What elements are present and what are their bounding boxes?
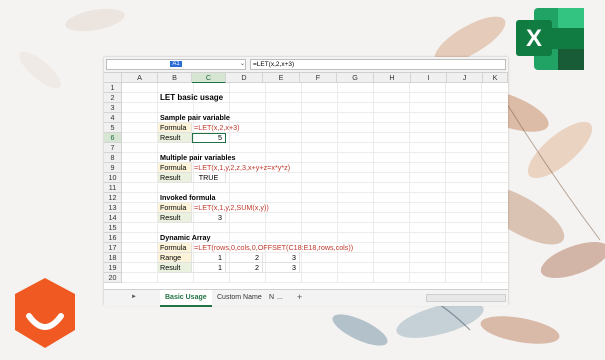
row-header[interactable]: 14: [104, 213, 122, 223]
row-header[interactable]: 19: [104, 263, 122, 273]
section-heading[interactable]: Sample pair variable: [158, 113, 258, 123]
name-box[interactable]: A1: [106, 59, 246, 70]
row-header[interactable]: 2: [104, 93, 122, 103]
row-header[interactable]: 16: [104, 233, 122, 243]
section-heading[interactable]: Invoked formula: [158, 193, 258, 203]
result-value-cell[interactable]: 3: [263, 263, 300, 273]
column-header[interactable]: H: [374, 73, 411, 83]
range-value-cell[interactable]: 1: [192, 253, 226, 263]
svg-text:X: X: [526, 25, 542, 52]
column-header[interactable]: G: [337, 73, 374, 83]
result-value-cell[interactable]: 3: [192, 213, 226, 223]
row-header[interactable]: 3: [104, 103, 122, 113]
result-label-cell[interactable]: Result: [158, 263, 192, 273]
row-header[interactable]: 9: [104, 163, 122, 173]
row-header[interactable]: 18: [104, 253, 122, 263]
sheet-tab-bar: ► Basic Usage Custom Name N ... +: [104, 289, 508, 307]
sheet-title[interactable]: LET basic usage: [158, 93, 258, 103]
tab-basic-usage[interactable]: Basic Usage: [160, 290, 212, 307]
result-label-cell[interactable]: Result: [158, 133, 192, 143]
range-value-cell[interactable]: 3: [263, 253, 300, 263]
column-header[interactable]: J: [447, 73, 483, 83]
range-value-cell[interactable]: 2: [226, 253, 263, 263]
formula-input[interactable]: =LET(x,2,x+3): [250, 59, 506, 70]
result-label-cell[interactable]: Result: [158, 213, 192, 223]
result-label-cell[interactable]: Result: [158, 173, 192, 183]
row-header[interactable]: 10: [104, 173, 122, 183]
row-header[interactable]: 7: [104, 143, 122, 153]
section-heading[interactable]: Multiple pair variables: [158, 153, 278, 163]
row-header[interactable]: 12: [104, 193, 122, 203]
column-header[interactable]: K: [483, 73, 508, 83]
row-header[interactable]: 11: [104, 183, 122, 193]
formula-label-cell[interactable]: Formula: [158, 203, 192, 213]
formula-text-cell[interactable]: =LET(x,2,x+3): [192, 123, 292, 133]
row-header[interactable]: 4: [104, 113, 122, 123]
select-all-corner[interactable]: [104, 73, 122, 83]
column-header[interactable]: I: [411, 73, 447, 83]
result-value-cell[interactable]: TRUE: [192, 173, 226, 183]
formula-text-cell[interactable]: =LET(rows,0,cols,0,OFFSET(C18:E18,rows,c…: [192, 243, 392, 253]
spreadsheet-window: A1 ⌄ =LET(x,2,x+3) A B C D E F G H I J K…: [104, 57, 508, 307]
row-header[interactable]: 17: [104, 243, 122, 253]
add-sheet-button[interactable]: +: [292, 290, 307, 305]
next-sheet-icon[interactable]: ►: [126, 290, 142, 305]
result-value-cell[interactable]: 2: [226, 263, 263, 273]
row-header[interactable]: 5: [104, 123, 122, 133]
brand-badge-icon: [15, 278, 75, 348]
row-header[interactable]: 6: [104, 133, 122, 143]
formula-label-cell[interactable]: Formula: [158, 243, 192, 253]
excel-logo-icon: X: [516, 8, 584, 70]
range-label-cell[interactable]: Range: [158, 253, 192, 263]
column-header[interactable]: E: [263, 73, 300, 83]
formula-label-cell[interactable]: Formula: [158, 123, 192, 133]
column-header[interactable]: C: [192, 73, 226, 83]
horizontal-scrollbar[interactable]: [426, 294, 506, 302]
result-value-cell[interactable]: 1: [192, 263, 226, 273]
formula-text-cell[interactable]: =LET(x,1,y,2,SUM(x,y)): [192, 203, 322, 213]
column-header-row: A B C D E F G H I J K: [104, 73, 508, 83]
column-header[interactable]: B: [158, 73, 192, 83]
column-header[interactable]: F: [300, 73, 337, 83]
tab-custom-name[interactable]: Custom Name: [212, 290, 267, 305]
formula-label-cell[interactable]: Formula: [158, 163, 192, 173]
column-header[interactable]: D: [226, 73, 263, 83]
row-header[interactable]: 8: [104, 153, 122, 163]
formula-bar: A1 ⌄ =LET(x,2,x+3): [104, 57, 508, 73]
row-header[interactable]: 15: [104, 223, 122, 233]
chevron-down-icon[interactable]: ⌄: [240, 60, 245, 67]
section-heading[interactable]: Dynamic Array: [158, 233, 258, 243]
row-header[interactable]: 13: [104, 203, 122, 213]
column-header[interactable]: A: [122, 73, 158, 83]
formula-text-cell[interactable]: =LET(x,1,y,2,z,3,x+y+z=x*y*z): [192, 163, 352, 173]
row-header[interactable]: 1: [104, 83, 122, 93]
result-value-cell[interactable]: 5: [192, 133, 226, 143]
more-tabs-button[interactable]: ...: [272, 290, 288, 305]
row-header[interactable]: 20: [104, 273, 122, 283]
